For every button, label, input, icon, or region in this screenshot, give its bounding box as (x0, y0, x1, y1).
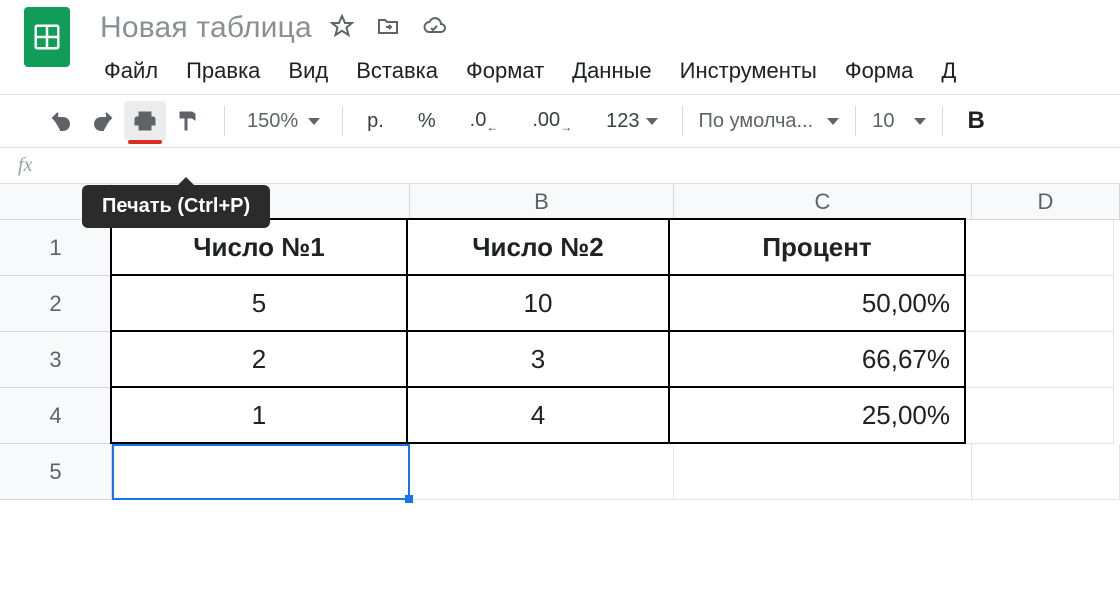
cell-C3[interactable]: 66,67% (668, 330, 966, 388)
col-header-D[interactable]: D (972, 184, 1120, 220)
menu-format[interactable]: Формат (466, 58, 544, 84)
row-header-4[interactable]: 4 (0, 388, 112, 444)
cell-A3[interactable]: 2 (110, 330, 408, 388)
cell-D3[interactable] (966, 332, 1114, 388)
caret-down-icon (646, 118, 658, 125)
cell-A2[interactable]: 5 (110, 274, 408, 332)
cell-D1[interactable] (966, 220, 1114, 276)
cell-C1[interactable]: Процент (668, 218, 966, 276)
print-tooltip: Печать (Ctrl+P) (82, 185, 270, 228)
cell-D4[interactable] (966, 388, 1114, 444)
spreadsheet-grid: A B C D 1 Число №1 Число №2 Процент 2 5 … (0, 184, 1120, 500)
row-header-1[interactable]: 1 (0, 220, 112, 276)
cell-C4[interactable]: 25,00% (668, 386, 966, 444)
increase-decimal-button[interactable]: .00→ (524, 109, 580, 134)
format-currency-button[interactable]: р. (359, 110, 392, 133)
cell-C2[interactable]: 50,00% (668, 274, 966, 332)
fx-label: fx (18, 154, 58, 177)
row-header-2[interactable]: 2 (0, 276, 112, 332)
cell-B5[interactable] (410, 444, 674, 500)
formula-bar: fx (0, 148, 1120, 184)
row-header-3[interactable]: 3 (0, 332, 112, 388)
menu-file[interactable]: Файл (104, 58, 158, 84)
undo-button[interactable] (40, 101, 82, 141)
star-icon[interactable] (330, 14, 354, 43)
col-header-B[interactable]: B (410, 184, 674, 220)
decrease-decimal-button[interactable]: .0← (462, 109, 507, 134)
caret-down-icon (308, 118, 320, 125)
menu-edit[interactable]: Правка (186, 58, 260, 84)
menu-view[interactable]: Вид (288, 58, 328, 84)
cell-B1[interactable]: Число №2 (406, 218, 670, 276)
menu-bar: Файл Правка Вид Вставка Формат Данные Ин… (0, 56, 1120, 94)
font-family-select[interactable]: По умолча... (699, 110, 840, 133)
zoom-value: 150% (247, 110, 298, 133)
cell-B3[interactable]: 3 (406, 330, 670, 388)
caret-down-icon (914, 118, 926, 125)
bold-button[interactable]: B (959, 107, 984, 135)
zoom-select[interactable]: 150% (241, 110, 326, 133)
cell-A4[interactable]: 1 (110, 386, 408, 444)
cell-C5[interactable] (674, 444, 972, 500)
menu-form[interactable]: Форма (845, 58, 914, 84)
row-header-5[interactable]: 5 (0, 444, 112, 500)
sheets-logo-icon[interactable] (24, 7, 70, 67)
cell-D5[interactable] (972, 444, 1120, 500)
paint-format-button[interactable] (166, 101, 208, 141)
move-folder-icon[interactable] (376, 14, 400, 43)
print-button[interactable] (124, 101, 166, 141)
format-percent-button[interactable]: % (410, 110, 444, 133)
font-size-select[interactable]: 10 (872, 110, 894, 133)
doc-title[interactable]: Новая таблица (100, 11, 312, 45)
number-format-button[interactable]: 123 (598, 110, 665, 133)
menu-insert[interactable]: Вставка (356, 58, 438, 84)
cell-D2[interactable] (966, 276, 1114, 332)
header: Новая таблица (0, 0, 1120, 56)
caret-down-icon (827, 118, 839, 125)
menu-more[interactable]: Д (941, 58, 956, 84)
cell-B4[interactable]: 4 (406, 386, 670, 444)
redo-button[interactable] (82, 101, 124, 141)
col-header-C[interactable]: C (674, 184, 972, 220)
cell-B2[interactable]: 10 (406, 274, 670, 332)
menu-tools[interactable]: Инструменты (680, 58, 817, 84)
toolbar: 150% р. % .0← .00→ 123 По умолча... 10 B (0, 94, 1120, 148)
menu-data[interactable]: Данные (572, 58, 651, 84)
cloud-status-icon[interactable] (422, 14, 446, 43)
cell-A5[interactable] (112, 444, 410, 500)
